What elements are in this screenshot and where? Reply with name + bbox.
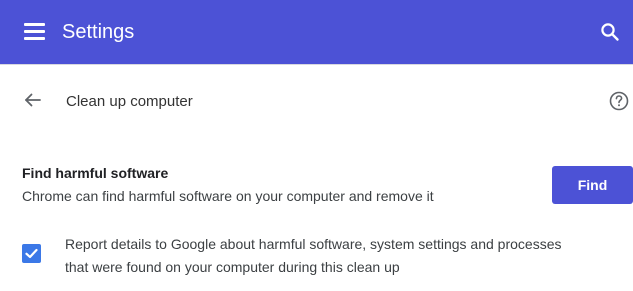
hamburger-menu-icon[interactable] [24,23,45,40]
find-harmful-software-heading: Find harmful software [22,165,169,181]
report-details-checkbox[interactable] [22,244,41,263]
header-divider [0,64,633,65]
find-button[interactable]: Find [552,166,633,204]
arrow-back-icon[interactable] [20,88,44,112]
page-title: Settings [62,21,135,43]
checkmark-icon [25,248,38,259]
app-header: Settings [0,0,633,64]
subpage-title: Clean up computer [66,93,193,110]
report-details-label: Report details to Google about harmful s… [65,236,562,275]
search-icon[interactable] [599,21,621,43]
find-harmful-software-description: Chrome can find harmful software on your… [22,188,434,204]
help-circle-icon[interactable] [608,90,630,112]
